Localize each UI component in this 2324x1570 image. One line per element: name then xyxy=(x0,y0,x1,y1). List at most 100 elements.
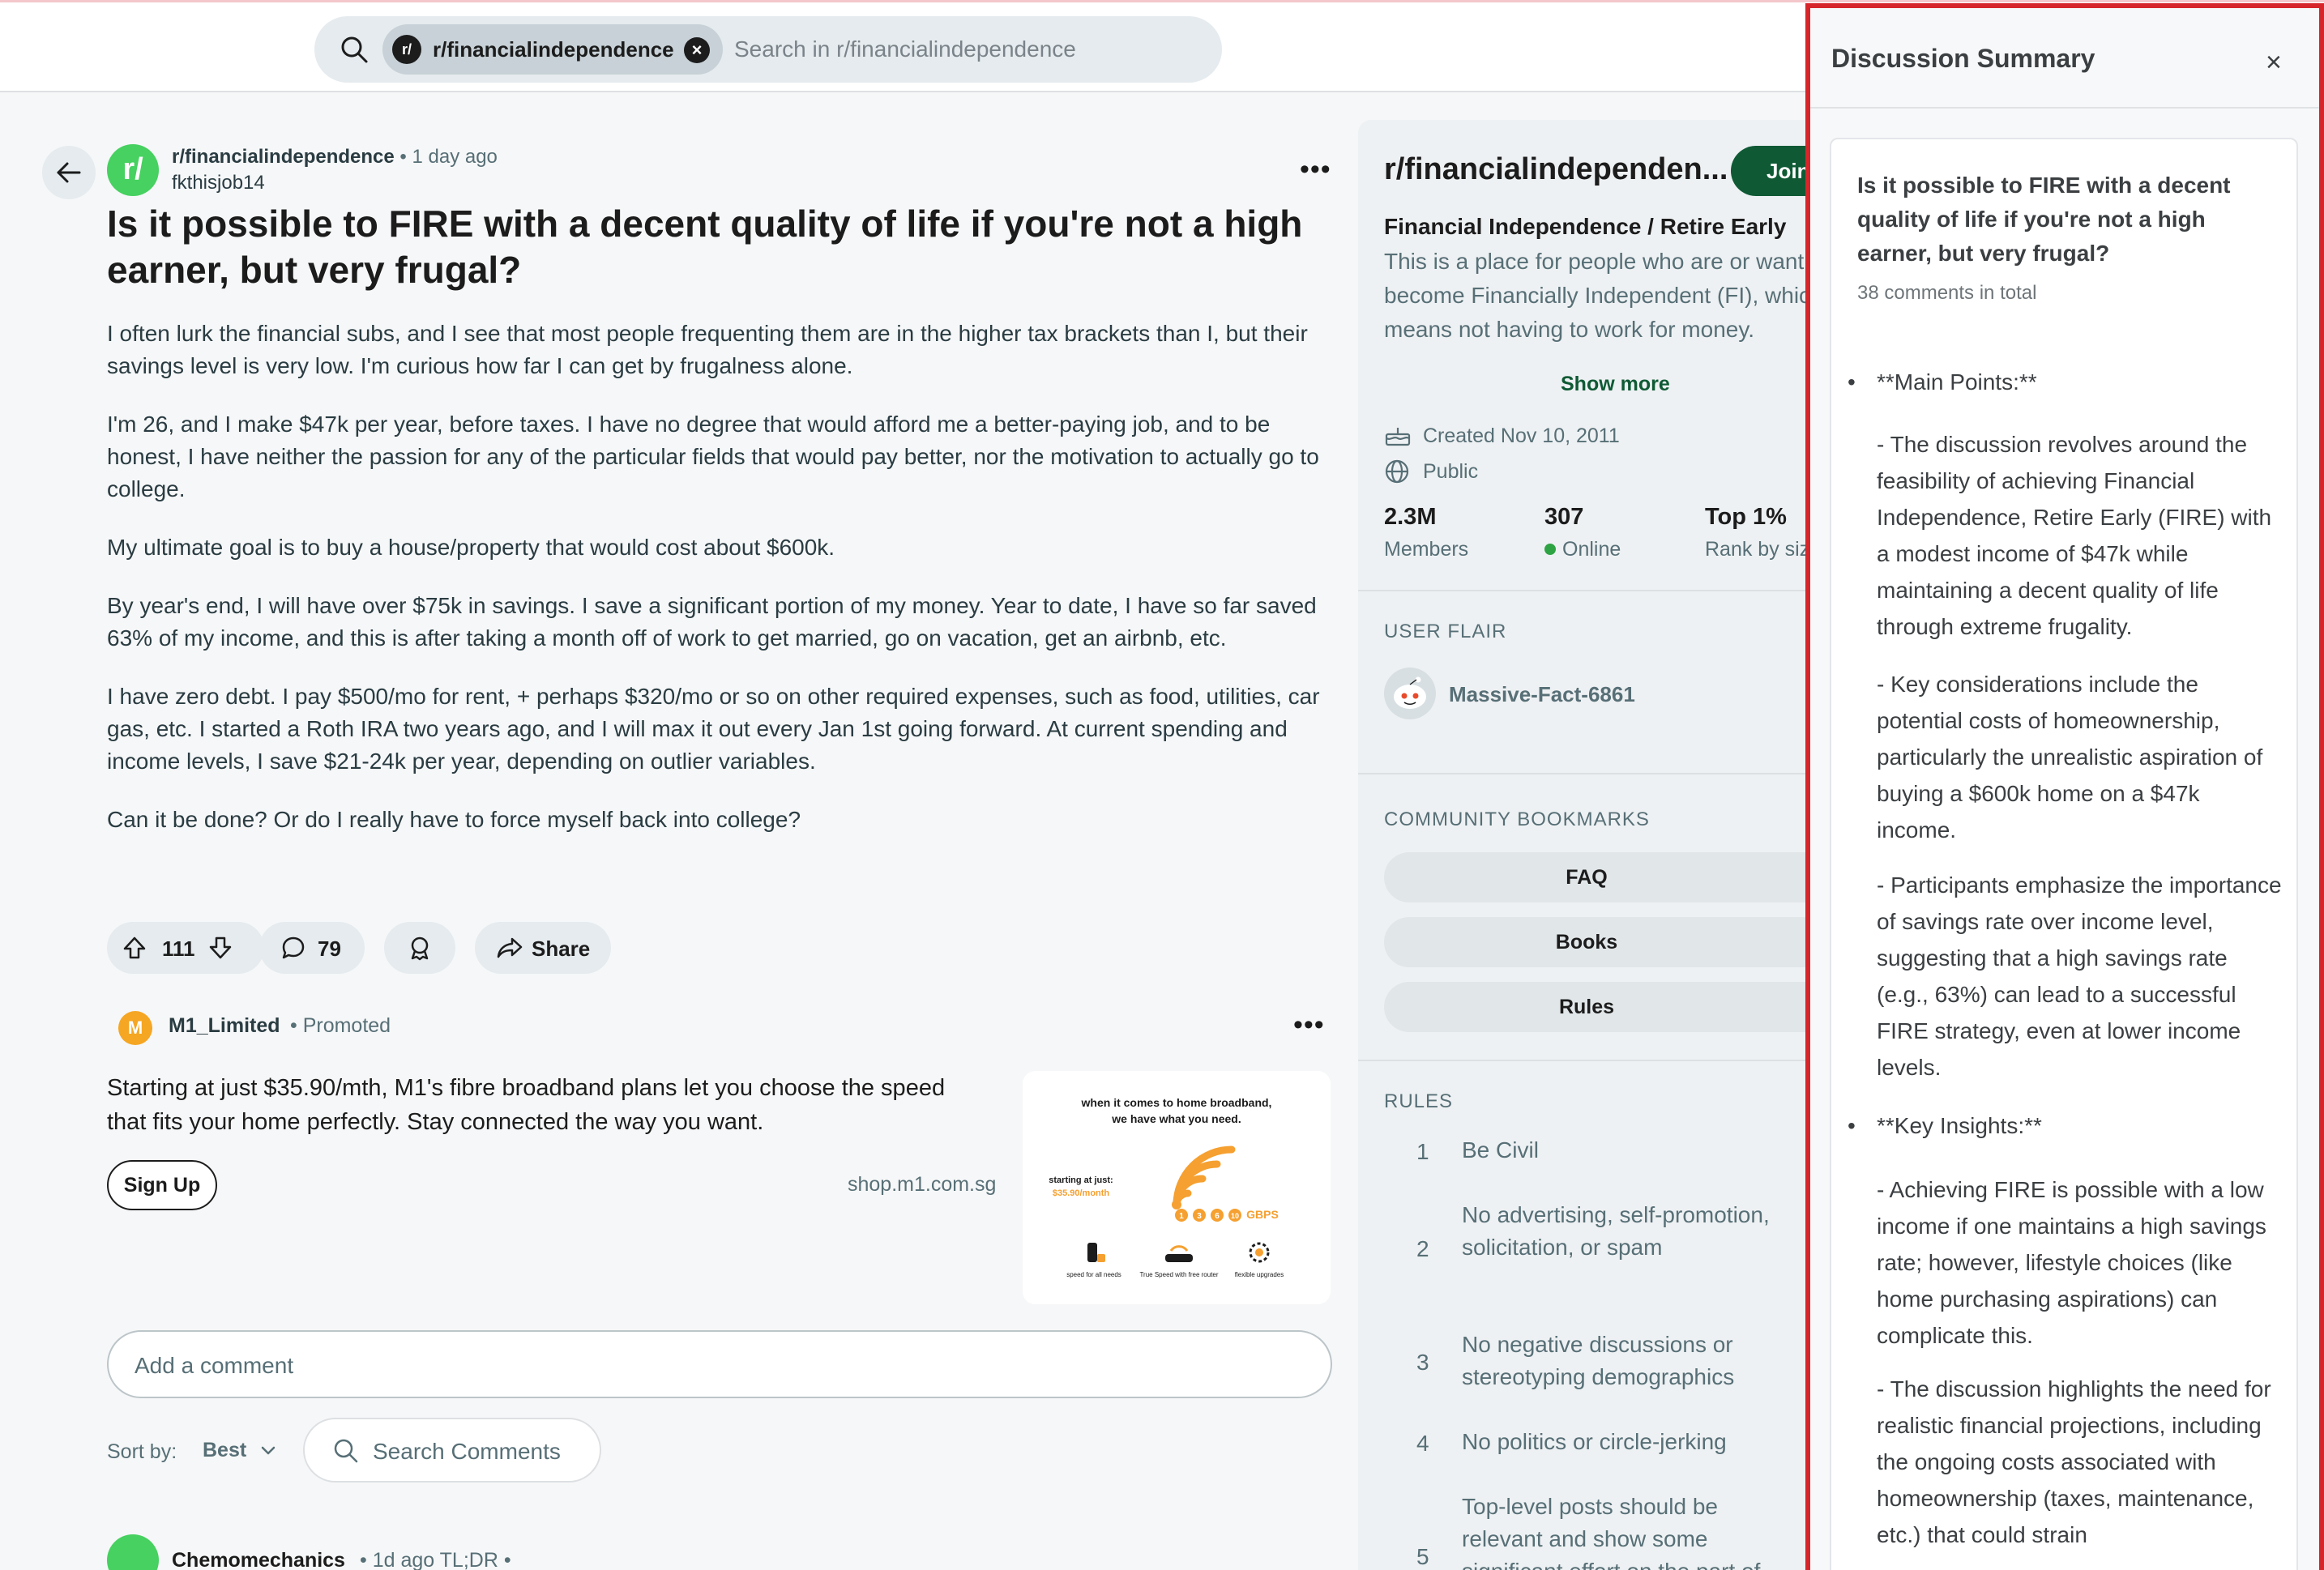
summary-title: Discussion Summary xyxy=(1831,44,2095,73)
rule-item[interactable]: No negative discussions or stereotyping … xyxy=(1462,1329,1786,1393)
flair-username[interactable]: Massive-Fact-6861 xyxy=(1449,682,1635,707)
commenter-avatar[interactable] xyxy=(107,1534,159,1570)
post-more-icon[interactable]: ••• xyxy=(1300,154,1331,186)
summary-comment-count: 38 comments in total xyxy=(1857,282,2037,304)
advertiser-name[interactable]: M1_Limited xyxy=(169,1014,280,1038)
subreddit-filter-label: r/financialindependence xyxy=(433,37,674,62)
created-label: Created Nov 10, 2011 xyxy=(1423,424,1620,447)
summary-paragraph: - Participants emphasize the importance … xyxy=(1877,872,2282,1080)
subreddit-link[interactable]: r/financialindependence xyxy=(172,146,395,168)
chevron-down-icon xyxy=(261,1446,276,1455)
rule-number: 3 xyxy=(1416,1350,1429,1375)
rule-item[interactable]: Be Civil xyxy=(1462,1134,1786,1167)
divider xyxy=(1358,590,1812,591)
visibility-label: Public xyxy=(1423,460,1479,483)
online-label: Online xyxy=(1562,538,1621,561)
share-icon xyxy=(497,937,523,958)
join-button[interactable]: Join xyxy=(1731,146,1812,196)
online-indicator: Online xyxy=(1544,538,1621,561)
clear-filter-icon[interactable]: × xyxy=(684,37,710,63)
ad-speed: 10 xyxy=(1231,1212,1239,1220)
summary-card: Is it possible to FIRE with a decent qua… xyxy=(1830,138,2298,1570)
search-comments-placeholder: Search Comments xyxy=(373,1439,561,1464)
online-count: 307 xyxy=(1544,504,1584,530)
summary-paragraph: - The discussion revolves around the fea… xyxy=(1877,432,2272,639)
post-title: Is it possible to FIRE with a decent qua… xyxy=(107,203,1303,291)
ad-speed-unit: GBPS xyxy=(1246,1208,1279,1221)
rule-number: 4 xyxy=(1416,1431,1429,1456)
comment-meta: • 1d ago TL;DR • xyxy=(360,1549,511,1570)
show-more-button[interactable]: Show more xyxy=(1561,373,1670,396)
comment-author[interactable]: Chemomechanics xyxy=(172,1549,345,1570)
advertiser-avatar[interactable]: M xyxy=(118,1011,152,1045)
subreddit-filter-chip[interactable]: r/ r/financialindependence × xyxy=(382,24,723,75)
separator-dot: • xyxy=(399,146,407,168)
summary-paragraph: - Achieving FIRE is possible with a low … xyxy=(1877,1177,2266,1348)
discussion-summary-panel: Discussion Summary × Is it possible to F… xyxy=(1805,3,2324,1570)
bookmark-rules[interactable]: Rules xyxy=(1384,982,1812,1032)
post-paragraph: I have zero debt. I pay $500/mo for rent… xyxy=(107,684,1320,774)
bookmark-faq[interactable]: FAQ xyxy=(1384,852,1812,902)
ad-speed: 3 xyxy=(1197,1212,1202,1221)
comment-icon xyxy=(282,936,305,959)
rank-value: Top 1% xyxy=(1705,504,1787,530)
sort-value: Best xyxy=(203,1439,247,1461)
downvote-icon[interactable] xyxy=(207,935,233,961)
bookmark-books[interactable]: Books xyxy=(1384,917,1812,967)
post-paragraph: By year's end, I will have over $75k in … xyxy=(107,593,1317,651)
members-count: 2.3M xyxy=(1384,504,1437,530)
ad-feature: speed for all needs xyxy=(1066,1271,1121,1278)
promo-domain[interactable]: shop.m1.com.sg xyxy=(848,1173,996,1197)
community-subtitle: Financial Independence / Retire Early xyxy=(1384,214,1787,239)
add-comment-placeholder: Add a comment xyxy=(135,1353,294,1378)
broadband-ad-graphic: when it comes to home broadband, we have… xyxy=(1023,1071,1331,1304)
vote-count: 111 xyxy=(162,936,195,961)
user-flair-heading: USER FLAIR xyxy=(1384,621,1507,642)
post-paragraph: Can it be done? Or do I really have to f… xyxy=(107,807,801,832)
globe-icon xyxy=(1385,459,1409,484)
search-icon xyxy=(341,36,368,63)
close-icon[interactable]: × xyxy=(2266,47,2282,79)
rule-number: 2 xyxy=(1416,1236,1429,1261)
search-comments-input[interactable]: Search Comments xyxy=(303,1418,601,1483)
ad-feature: flexible upgrades xyxy=(1235,1271,1284,1278)
promo-text[interactable]: Starting at just $35.90/mth, M1's fibre … xyxy=(107,1071,982,1139)
snoo-avatar-icon xyxy=(1394,676,1426,709)
post-author[interactable]: fkthisjob14 xyxy=(172,172,265,194)
subreddit-avatar: r/ xyxy=(392,35,421,64)
key-insights-heading: **Key Insights:** xyxy=(1848,1113,2042,1139)
subreddit-avatar[interactable]: r/ xyxy=(107,144,159,196)
ad-price: $35.90/month xyxy=(1053,1188,1110,1198)
rule-number: 5 xyxy=(1416,1544,1429,1569)
user-avatar[interactable] xyxy=(1384,668,1436,719)
search-icon xyxy=(334,1439,358,1463)
search-bar[interactable]: r/ r/financialindependence × Search in r… xyxy=(314,16,1222,83)
post-paragraph: I'm 26, and I make $47k per year, before… xyxy=(107,412,1319,501)
ad-image[interactable]: when it comes to home broadband, we have… xyxy=(1023,1071,1331,1304)
rule-item[interactable]: Top-level posts should be relevant and s… xyxy=(1462,1491,1786,1570)
vote-control: 111 xyxy=(107,922,264,974)
comments-button[interactable]: 79 xyxy=(259,922,365,974)
add-comment-input[interactable]: Add a comment xyxy=(107,1330,1332,1398)
community-description: This is a place for people who are or wa… xyxy=(1384,249,1812,342)
divider xyxy=(1358,773,1812,774)
upvote-icon[interactable] xyxy=(122,935,147,961)
bookmarks-heading: COMMUNITY BOOKMARKS xyxy=(1384,808,1650,830)
award-button[interactable] xyxy=(384,922,455,974)
ad-price-label: starting at just: xyxy=(1049,1175,1113,1185)
ad-headline-2: we have what you need. xyxy=(1111,1112,1241,1125)
share-button[interactable]: Share xyxy=(475,922,611,974)
promo-more-icon[interactable]: ••• xyxy=(1293,1009,1325,1041)
promoted-tag: • Promoted xyxy=(290,1014,391,1037)
rank-label: Rank by size xyxy=(1705,538,1812,561)
post-subreddit-line: r/financialindependence • 1 day ago xyxy=(172,146,498,169)
search-input[interactable]: Search in r/financialindependence xyxy=(734,36,1076,62)
back-button[interactable] xyxy=(42,146,96,199)
sign-up-button[interactable]: Sign Up xyxy=(107,1160,217,1210)
rule-number: 1 xyxy=(1416,1139,1429,1164)
post-time: 1 day ago xyxy=(412,146,498,168)
rule-item[interactable]: No advertising, self-promotion, solicita… xyxy=(1462,1199,1786,1264)
sort-dropdown[interactable]: Best xyxy=(203,1439,276,1462)
rule-item[interactable]: No politics or circle-jerking xyxy=(1462,1426,1786,1458)
members-label: Members xyxy=(1384,538,1469,561)
